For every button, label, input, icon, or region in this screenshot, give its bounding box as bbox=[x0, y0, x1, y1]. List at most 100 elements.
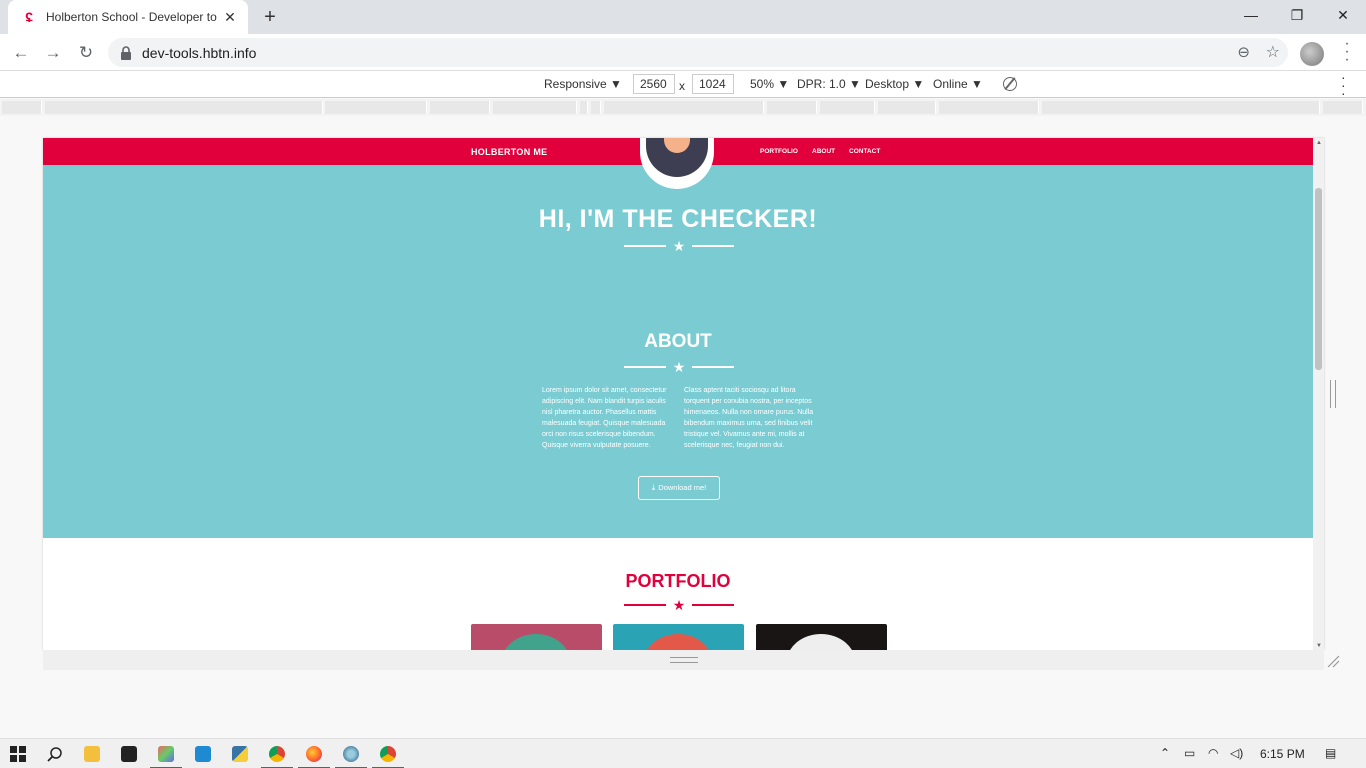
scroll-down-icon[interactable]: ▼ bbox=[1316, 643, 1322, 649]
portfolio-item-3[interactable] bbox=[756, 624, 887, 650]
minimize-button[interactable]: — bbox=[1228, 0, 1274, 30]
divider-line bbox=[692, 604, 734, 606]
back-icon[interactable]: ← bbox=[8, 40, 34, 66]
portfolio-item-1[interactable] bbox=[471, 624, 602, 650]
download-icon: ⤓ bbox=[651, 483, 656, 492]
portfolio-item-2[interactable] bbox=[613, 624, 744, 650]
media-query-segment[interactable] bbox=[591, 101, 601, 114]
viewport-scrollbar[interactable]: ▲ ▼ bbox=[1313, 138, 1324, 650]
wifi-icon[interactable]: ◠ bbox=[1208, 746, 1218, 760]
browser-tab[interactable]: ʢ Holberton School - Developer to ✕ bbox=[8, 0, 248, 34]
app-icon bbox=[343, 746, 359, 762]
media-query-segment[interactable] bbox=[878, 101, 936, 114]
nav-link-contact[interactable]: CONTACT bbox=[849, 148, 880, 155]
vscode-icon[interactable] bbox=[185, 739, 221, 768]
media-query-segment[interactable] bbox=[2, 101, 42, 114]
device-toolbar: Responsive ▼ 2560 x 1024 50% ▼ DPR: 1.0 … bbox=[0, 70, 1366, 100]
chrome-taskbar-icon-2[interactable] bbox=[370, 739, 406, 768]
network-throttle-select[interactable]: Online ▼ bbox=[933, 77, 983, 91]
folder-icon bbox=[84, 746, 100, 762]
device-mode-select[interactable]: Desktop ▼ bbox=[865, 77, 924, 91]
dimension-separator: x bbox=[679, 79, 685, 93]
chrome-taskbar-icon[interactable] bbox=[259, 739, 295, 768]
tray-chevron-icon[interactable]: ⌃ bbox=[1160, 746, 1170, 760]
divider-line bbox=[692, 366, 734, 368]
nav-link-about[interactable]: ABOUT bbox=[812, 148, 835, 155]
download-button[interactable]: ⤓ Download me! bbox=[638, 476, 720, 500]
portfolio-thumbnail bbox=[643, 634, 713, 650]
width-input[interactable]: 2560 bbox=[633, 74, 675, 94]
star-icon: ★ bbox=[672, 359, 686, 375]
portfolio-thumbnail bbox=[501, 634, 571, 650]
chrome-menu-icon[interactable]: · · · bbox=[1340, 36, 1354, 68]
hero-title: HI, I'M THE CHECKER! bbox=[538, 205, 818, 233]
new-tab-button[interactable]: + bbox=[258, 5, 282, 29]
volume-icon[interactable]: ◁) bbox=[1230, 746, 1243, 760]
media-query-segment[interactable] bbox=[580, 101, 588, 114]
close-window-button[interactable]: ✕ bbox=[1320, 0, 1366, 30]
bookmark-star-icon[interactable]: ☆ bbox=[1266, 42, 1280, 62]
file-explorer-icon[interactable] bbox=[74, 739, 110, 768]
hero-divider: ★ bbox=[624, 238, 734, 254]
forward-icon[interactable]: → bbox=[40, 40, 66, 66]
magnifier-icon bbox=[47, 747, 62, 762]
scroll-up-icon[interactable]: ▲ bbox=[1316, 140, 1322, 146]
resize-handle-bottom[interactable] bbox=[670, 657, 698, 663]
media-query-segment[interactable] bbox=[820, 101, 875, 114]
about-text-right: Class aptent taciti sociosqu ad litora t… bbox=[684, 387, 814, 449]
url-text: dev-tools.hbtn.info bbox=[142, 44, 257, 61]
nav-link-portfolio[interactable]: PORTFOLIO bbox=[760, 148, 798, 155]
terminal-icon[interactable] bbox=[111, 739, 147, 768]
media-query-segment[interactable] bbox=[767, 101, 817, 114]
resize-handle-right[interactable] bbox=[1330, 380, 1336, 408]
site-brand[interactable]: HOLBERTON ME bbox=[471, 147, 547, 157]
maximize-button[interactable]: ❐ bbox=[1274, 0, 1320, 30]
reload-icon[interactable]: ↻ bbox=[73, 40, 99, 66]
app-taskbar-icon[interactable] bbox=[333, 739, 369, 768]
resize-corner-icon[interactable] bbox=[1326, 654, 1340, 668]
profile-avatar[interactable] bbox=[1300, 42, 1324, 66]
firefox-taskbar-icon[interactable] bbox=[296, 739, 332, 768]
rotate-icon[interactable] bbox=[1003, 77, 1017, 91]
devtools-more-icon[interactable]: · · · bbox=[1341, 70, 1346, 100]
media-query-bar bbox=[0, 99, 1366, 116]
device-select[interactable]: Responsive ▼ bbox=[544, 77, 622, 91]
media-query-segment[interactable] bbox=[325, 101, 427, 114]
media-query-segment[interactable] bbox=[45, 101, 323, 114]
zoom-select[interactable]: 50% ▼ bbox=[750, 77, 789, 91]
python-icon[interactable] bbox=[222, 739, 258, 768]
battery-icon[interactable]: ▭ bbox=[1184, 746, 1195, 760]
media-query-segment[interactable] bbox=[1042, 101, 1320, 114]
about-title: ABOUT bbox=[644, 331, 712, 352]
download-label: Download me! bbox=[658, 483, 707, 492]
portfolio-divider: ★ bbox=[624, 597, 734, 613]
python-logo-icon bbox=[232, 746, 248, 762]
code-icon bbox=[195, 746, 211, 762]
about-text-left: Lorem ipsum dolor sit amet, consectetur … bbox=[542, 387, 667, 449]
media-query-segment[interactable] bbox=[493, 101, 577, 114]
lock-icon bbox=[121, 45, 131, 60]
height-input[interactable]: 1024 bbox=[692, 74, 734, 94]
about-divider: ★ bbox=[624, 359, 734, 375]
star-icon: ★ bbox=[672, 238, 686, 254]
media-query-segment[interactable] bbox=[939, 101, 1039, 114]
git-app-icon[interactable] bbox=[148, 739, 184, 768]
dpr-select[interactable]: DPR: 1.0 ▼ bbox=[797, 77, 861, 91]
media-query-segment[interactable] bbox=[604, 101, 764, 114]
search-icon[interactable] bbox=[37, 739, 73, 768]
windows-start-icon[interactable] bbox=[0, 739, 36, 768]
media-query-segment[interactable] bbox=[1323, 101, 1363, 114]
scrollbar-thumb[interactable] bbox=[1315, 188, 1322, 370]
clock[interactable]: 6:15 PM bbox=[1260, 747, 1305, 761]
windows-taskbar: ⌃ ▭ ◠ ◁) 6:15 PM ▤ bbox=[0, 738, 1366, 768]
notifications-icon[interactable]: ▤ bbox=[1325, 746, 1336, 760]
media-query-segment[interactable] bbox=[430, 101, 490, 114]
zoom-out-icon[interactable]: ⊖ bbox=[1237, 43, 1250, 61]
divider-line bbox=[692, 245, 734, 247]
address-bar[interactable]: dev-tools.hbtn.info ⊖ ☆ bbox=[108, 38, 1288, 67]
holberton-favicon-icon: ʢ bbox=[25, 9, 33, 25]
close-tab-button[interactable]: ✕ bbox=[222, 9, 238, 25]
hero-section: HI, I'M THE CHECKER! ★ ABOUT ★ Lorem ips… bbox=[43, 138, 1313, 538]
firefox-icon bbox=[306, 746, 322, 762]
divider-line bbox=[624, 245, 666, 247]
